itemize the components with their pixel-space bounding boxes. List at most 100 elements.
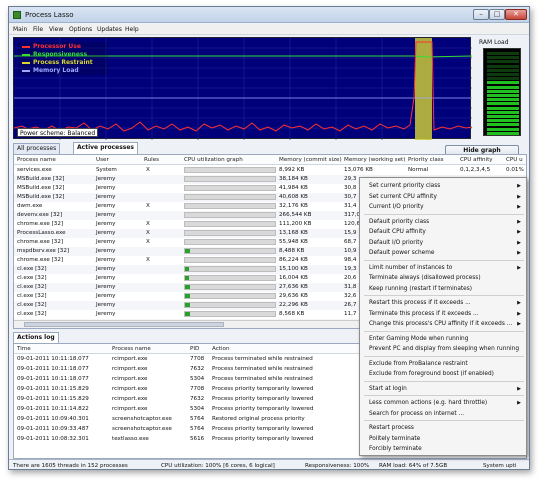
context-menu-item[interactable]: Prevent PC and display from sleeping whe…: [360, 344, 526, 354]
legend-swatch: [22, 62, 30, 64]
scrollbar-thumb[interactable]: [24, 322, 224, 327]
cell-memory-working: 120,6: [344, 221, 361, 227]
tab-active-processes[interactable]: Active processes: [73, 142, 138, 154]
context-menu-label: Politely terminate: [369, 435, 421, 442]
cell-time: 09-01-2011 10:09:33.487: [17, 426, 89, 432]
context-menu-item[interactable]: Less common actions (e.g. hard throttle)…: [360, 398, 526, 408]
cpu-utilization-fill: [185, 303, 191, 307]
context-menu-item[interactable]: Restart this process if it exceeds ... ▶: [360, 298, 526, 308]
col-memory-commit[interactable]: Memory (commit size): [279, 157, 342, 163]
table-row[interactable]: services.exe System X 8,992 KB 13,076 KB Norm…: [14, 166, 526, 175]
cell-memory-working: 30,7: [344, 194, 357, 200]
col-cpu-affinity[interactable]: CPU affinity: [460, 157, 493, 163]
context-menu-item[interactable]: Default power scheme ▶: [360, 248, 526, 258]
cell-memory-working: 11,7: [344, 311, 357, 317]
cell-user: Jeremy: [96, 266, 116, 272]
tab-actions-log[interactable]: Actions log: [13, 332, 59, 343]
context-menu-item[interactable]: Default I/O priority ▶: [360, 238, 526, 248]
col-cpu-usage[interactable]: CPU u: [506, 157, 523, 163]
context-menu-item[interactable]: Set current priority class ▶: [360, 181, 526, 191]
context-menu-label: Terminate this process if it exceeds ...: [369, 310, 479, 317]
col-rules[interactable]: Rules: [144, 157, 159, 163]
menu-help[interactable]: Help: [125, 26, 139, 33]
ram-segment: [487, 60, 519, 64]
cell-cpu-usage: 0.01%: [506, 167, 524, 173]
context-menu-label: Default priority class: [369, 218, 430, 225]
context-menu-label: Change this process's CPU affinity if it…: [369, 321, 513, 327]
cell-memory-working: 15,9: [344, 230, 357, 236]
menu-updates[interactable]: Updates: [97, 26, 122, 33]
context-menu-label: Default power scheme: [369, 250, 435, 256]
col-process-name[interactable]: Process name: [17, 157, 56, 163]
cell-rules: X: [146, 257, 150, 263]
context-menu-item[interactable]: Forcibly terminate: [360, 444, 526, 454]
cell-process-name: cl.exe [32]: [17, 284, 47, 290]
cpu-utilization-fill: [185, 276, 189, 280]
menu-view[interactable]: View: [49, 26, 63, 33]
cell-memory-commit: 41,984 KB: [279, 185, 308, 191]
legend-label: Process Restraint: [33, 59, 93, 66]
context-menu-item[interactable]: Politely terminate: [360, 434, 526, 444]
cell-action: Process priority temporarily lowered: [212, 436, 314, 442]
context-menu-item[interactable]: Limit number of instances to ▶: [360, 263, 526, 273]
cell-pid: 5304: [190, 376, 205, 382]
col-pid[interactable]: PID: [190, 346, 199, 352]
context-menu-item[interactable]: Current I/O priority ▶: [360, 202, 526, 212]
context-menu-item[interactable]: Start at login ▶: [360, 384, 526, 394]
cell-action-process: screenshotcaptor.exe: [112, 416, 172, 422]
context-menu-item[interactable]: Default CPU affinity ▶: [360, 227, 526, 237]
cpu-utilization-bar: [184, 185, 276, 191]
cell-pid: 7708: [190, 386, 205, 392]
cell-pid: 5304: [190, 406, 205, 412]
cell-priority: Normal: [408, 167, 429, 173]
col-cpu-graph[interactable]: CPU utilization graph: [184, 157, 243, 163]
menu-file[interactable]: File: [33, 26, 43, 33]
legend-label: Memory Load: [33, 67, 79, 74]
col-action-process[interactable]: Process name: [112, 346, 151, 352]
ram-load-label: RAM Load: [479, 39, 509, 46]
cell-memory-commit: 15,100 KB: [279, 266, 308, 272]
menu-options[interactable]: Options: [69, 26, 92, 33]
maximize-icon[interactable]: □: [489, 9, 505, 20]
title-bar[interactable]: Process Lasso – □ ✕: [9, 7, 529, 23]
status-cpu: CPU utilization: 100% [6 cores, 6 logica…: [161, 463, 275, 469]
close-icon[interactable]: ✕: [505, 9, 527, 20]
col-memory-working[interactable]: Memory (working set): [344, 157, 405, 163]
context-menu-item[interactable]: Exclude from foreground boost (if enable…: [360, 369, 526, 379]
cell-action: Process priority temporarily lowered: [212, 386, 314, 392]
menu-separator: [364, 380, 524, 382]
context-menu-item[interactable]: Set current CPU affinity ▶: [360, 192, 526, 202]
context-menu-item[interactable]: Restart process: [360, 423, 526, 433]
context-menu-item[interactable]: Exclude from ProBalance restraint: [360, 359, 526, 369]
context-menu-item[interactable]: Terminate always (disallowed process): [360, 273, 526, 283]
context-menu-item[interactable]: Search for process on internet ...: [360, 409, 526, 419]
context-menu-item[interactable]: Default priority class ▶: [360, 217, 526, 227]
context-menu-item[interactable]: Change this process's CPU affinity if it…: [360, 319, 526, 329]
cell-time: 09-01-2011 10:11:18.077: [17, 356, 89, 362]
cell-time: 09-01-2011 10:11:15.829: [17, 386, 89, 392]
context-menu-label: Default CPU affinity: [369, 229, 426, 235]
minimize-icon[interactable]: –: [473, 9, 489, 20]
col-priority-class[interactable]: Priority class: [408, 157, 444, 163]
context-menu-label: Current I/O priority: [369, 204, 424, 210]
legend-swatch: [22, 70, 30, 72]
cpu-utilization-bar: [184, 212, 276, 218]
ram-segment: [487, 131, 519, 135]
status-responsiveness: Responsiveness: 100%: [305, 463, 370, 469]
context-menu-item[interactable]: Terminate this process if it exceeds ...…: [360, 309, 526, 319]
cell-pid: 5764: [190, 416, 205, 422]
menu-main[interactable]: Main: [13, 26, 27, 33]
col-user[interactable]: User: [96, 157, 109, 163]
context-menu-item[interactable]: Enter Gaming Mode when running: [360, 334, 526, 344]
cell-memory-working: 31,8: [344, 284, 357, 290]
context-menu-item[interactable]: Keep running (restart if terminates): [360, 284, 526, 294]
cell-user: Jeremy: [96, 176, 116, 182]
process-context-menu: Set current priority class ▶ Set current C…: [359, 177, 527, 456]
tab-all-processes[interactable]: All processes: [13, 143, 61, 154]
cell-action: Process priority temporarily lowered: [212, 426, 314, 432]
cell-memory-commit: 55,948 KB: [279, 239, 308, 245]
col-action[interactable]: Action: [212, 346, 230, 352]
cell-time: 09-01-2011 10:08:32.301: [17, 436, 89, 442]
col-time[interactable]: Time: [17, 346, 31, 352]
cell-memory-commit: 8,568 KB: [279, 311, 305, 317]
